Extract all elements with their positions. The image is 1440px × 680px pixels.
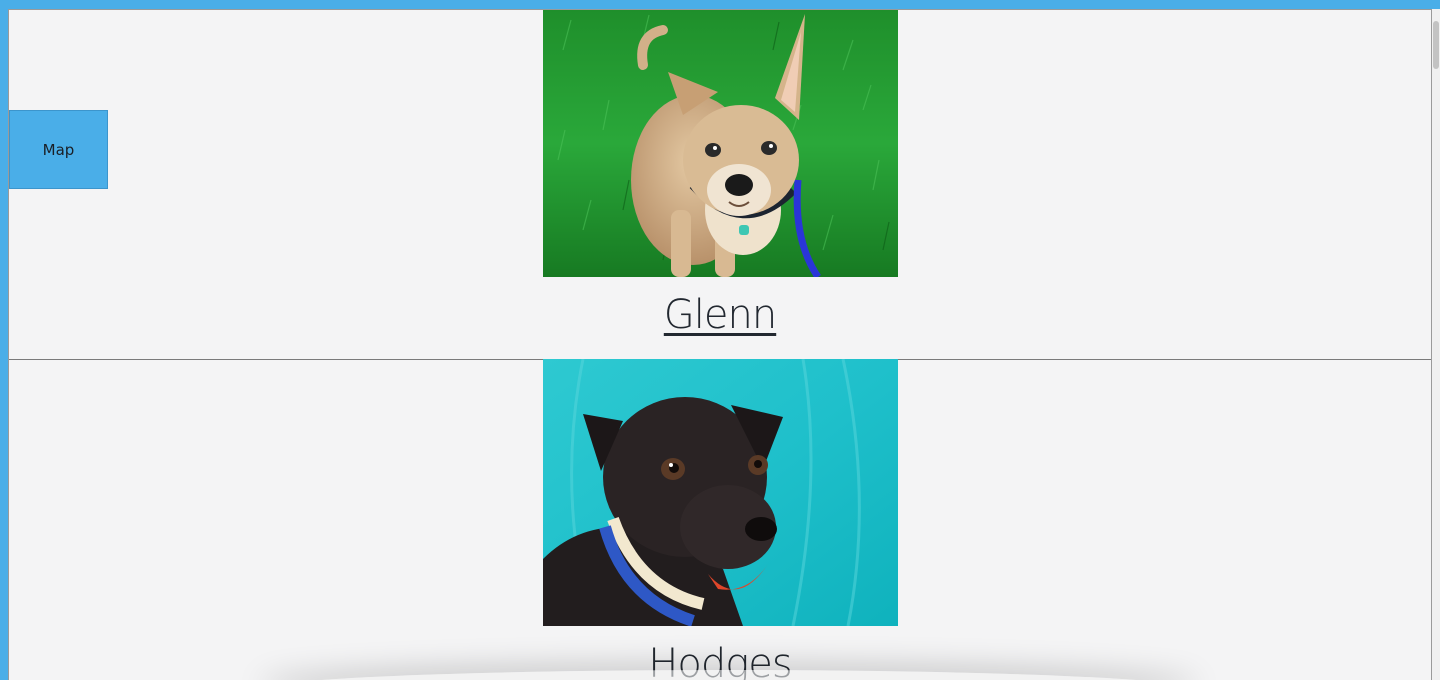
dog-photo-hodges [543,359,898,626]
pet-card: Glenn [9,10,1431,360]
scroll-thumb[interactable] [1433,21,1439,69]
pet-list-page: Map Glenn Hodges [8,9,1432,680]
pet-name-link[interactable]: Glenn [664,292,777,338]
map-button[interactable]: Map [9,110,108,189]
dog-photo-glenn [543,10,898,277]
page-scrollbar[interactable] [1432,9,1440,680]
pet-photo[interactable] [543,10,898,277]
pet-card: Hodges [9,359,1431,680]
pet-photo[interactable] [543,359,898,626]
map-button-label: Map [42,140,75,159]
pet-name: Glenn [9,292,1431,338]
